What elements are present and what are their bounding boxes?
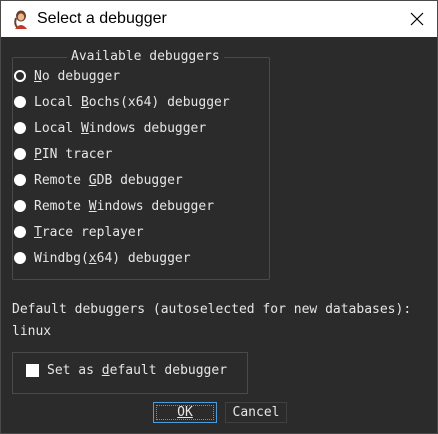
radio-button-selected[interactable] [14,70,26,82]
radio-button[interactable] [14,226,26,238]
set-default-label: Set as default debugger [47,363,228,378]
option-trace-replayer[interactable]: Trace replayer [14,222,144,242]
close-icon [410,12,424,26]
option-label: Remote Windows debugger [34,198,215,214]
group-title: Available debuggers [67,50,224,64]
option-remote-gdb[interactable]: Remote GDB debugger [14,170,183,190]
available-debuggers-group: Available debuggers [12,50,270,280]
close-button[interactable] [397,1,437,37]
radio-button[interactable] [14,148,26,160]
default-debuggers-value: linux [12,324,52,339]
option-label: PIN tracer [34,146,113,162]
option-no-debugger[interactable]: No debugger [14,66,120,86]
option-local-windows[interactable]: Local Windows debugger [14,118,206,138]
option-label: No debugger [34,68,121,84]
option-label: Remote GDB debugger [34,172,183,188]
radio-button[interactable] [14,96,26,108]
title-bar: Select a debugger [1,1,437,37]
set-default-group: Set as default debugger [12,352,248,394]
option-label: Local Bochs(x64) debugger [34,94,230,110]
radio-button[interactable] [14,252,26,264]
option-windbg[interactable]: Windbg(x64) debugger [14,248,191,268]
option-label: Windbg(x64) debugger [34,250,191,266]
dialog-window: Select a debugger Available debuggers No… [0,0,438,434]
radio-button[interactable] [14,200,26,212]
set-default-checkbox[interactable] [26,364,39,377]
default-debuggers-label: Default debuggers (autoselected for new … [12,302,412,317]
option-label: Trace replayer [34,224,144,240]
option-remote-windows[interactable]: Remote Windows debugger [14,196,214,216]
ok-label: OK [177,405,193,420]
radio-button[interactable] [14,174,26,186]
ok-button[interactable]: OK [153,402,217,423]
option-local-bochs[interactable]: Local Bochs(x64) debugger [14,92,230,112]
cancel-button[interactable]: Cancel [225,402,287,423]
dialog-title: Select a debugger [37,10,167,27]
set-default-checkbox-row[interactable]: Set as default debugger [26,363,227,378]
app-icon [11,9,31,29]
radio-button[interactable] [14,122,26,134]
option-label: Local Windows debugger [34,120,207,136]
option-pin-tracer[interactable]: PIN tracer [14,144,112,164]
